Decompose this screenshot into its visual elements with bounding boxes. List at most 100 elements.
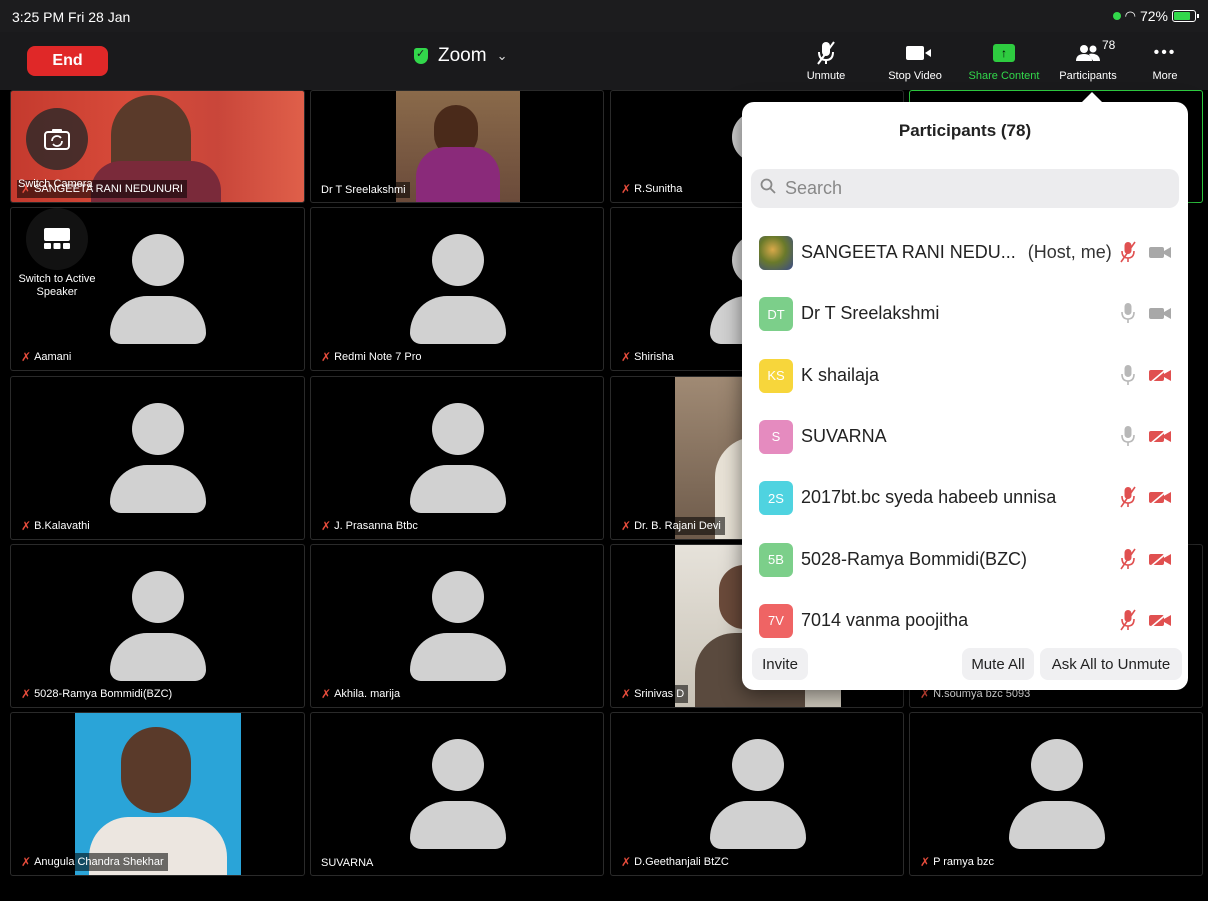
muted-mic-icon: ✗ [621, 182, 632, 196]
participant-name: 7014 vanma poojitha [801, 609, 969, 630]
participant-name-tag: ✗ Shirisha [617, 348, 678, 366]
muted-mic-icon: ✗ [21, 350, 32, 364]
participant-name-tag: SUVARNA [317, 855, 378, 871]
participants-icon [1076, 45, 1100, 61]
mute-all-button[interactable]: Mute All [962, 648, 1034, 680]
video-off-icon [1149, 611, 1171, 629]
video-tile[interactable]: ✗ Akhila. marija [310, 544, 604, 708]
mic-indicator-icon [1112, 12, 1121, 20]
meeting-title-dropdown[interactable]: Zoom ⌄ [414, 45, 507, 67]
participant-video [75, 713, 241, 875]
more-dots-icon: ••• [1153, 44, 1177, 61]
share-arrow-icon: ↑ [993, 44, 1015, 62]
muted-mic-icon: ✗ [321, 350, 332, 364]
muted-mic-icon [1120, 548, 1136, 569]
avatar-photo [759, 236, 793, 270]
participant-name-tag: ✗ Srinivas D [617, 685, 689, 703]
avatar: 7V [759, 603, 793, 638]
participant-name: Dr T Sreelakshmi [801, 303, 940, 324]
video-off-icon [1149, 365, 1171, 384]
muted-mic-icon: ✗ [21, 519, 32, 533]
status-bar: 3:25 PM Fri 28 Jan ◠ 72% [0, 0, 1208, 32]
participant-row[interactable]: 2S 2017bt.bc syeda habeeb unnisa [742, 469, 1188, 525]
participants-count: 78 [1102, 38, 1116, 52]
video-tile[interactable]: ✗ P ramya bzc [909, 712, 1203, 876]
invite-button[interactable]: Invite [752, 648, 808, 680]
share-content-button[interactable]: ↑ Share Content [960, 38, 1048, 86]
participant-row[interactable]: SANGEETA RANI NEDU... (Host, me) [742, 224, 1188, 280]
participant-name: SUVARNA [801, 425, 887, 446]
switch-camera-label: Switch Camera [18, 178, 93, 190]
more-button[interactable]: ••• More [1138, 38, 1192, 86]
switch-active-speaker-button[interactable] [26, 208, 88, 270]
wifi-icon: ◠ [1124, 8, 1136, 23]
video-tile[interactable]: ✗ Redmi Note 7 Pro [310, 207, 604, 371]
participant-name-tag: ✗ P ramya bzc [916, 853, 998, 871]
video-tile[interactable]: ✗ 5028-Ramya Bommidi(BZC) [10, 544, 305, 708]
mic-icon [1121, 303, 1135, 324]
muted-mic-icon: ✗ [621, 350, 632, 364]
participant-name-tag: ✗ B.Kalavathi [17, 517, 94, 535]
muted-mic-icon [817, 41, 835, 65]
muted-mic-icon: ✗ [920, 855, 931, 869]
ask-all-to-unmute-button[interactable]: Ask All to Unmute [1040, 648, 1182, 680]
muted-mic-icon [1120, 609, 1136, 631]
participant-name-tag: ✗ Redmi Note 7 Pro [317, 348, 426, 366]
video-tile[interactable]: ✗ B.Kalavathi [10, 376, 305, 540]
muted-mic-icon [1120, 486, 1136, 508]
participant-name-tag: ✗ Akhila. marija [317, 685, 405, 703]
meeting-title: Zoom [438, 45, 487, 66]
participant-name-tag: ✗ Anugula Chandra Shekhar [17, 853, 168, 871]
participants-panel: Participants (78) SANGEETA RANI NEDU...(… [742, 92, 1188, 690]
participant-name: 2017bt.bc syeda habeeb unnisa [801, 487, 1057, 508]
avatar-placeholder-icon [432, 739, 484, 791]
muted-mic-icon: ✗ [21, 855, 32, 869]
video-tile[interactable]: ✗ Anugula Chandra Shekhar [10, 712, 305, 876]
speaker-view-icon [44, 228, 70, 249]
search-input[interactable] [751, 169, 1179, 208]
video-tile[interactable]: SUVARNA [310, 712, 604, 876]
participant-name-tag: ✗ R.Sunitha [617, 180, 687, 198]
avatar-placeholder-icon [132, 571, 184, 623]
avatar: S [759, 419, 793, 454]
participant-name-tag: ✗ D.Geethanjali BtZC [617, 853, 733, 871]
video-tile[interactable]: ✗ J. Prasanna Btbc [310, 376, 604, 540]
participant-row[interactable]: KS K shailaja [742, 347, 1188, 403]
panel-title: Participants (78) [898, 121, 1032, 140]
mic-icon [1121, 425, 1135, 446]
video-camera-icon [1149, 247, 1171, 258]
search-icon [760, 178, 776, 194]
participants-button[interactable]: 78 Participants [1050, 38, 1126, 86]
unmute-button[interactable]: Unmute [800, 38, 852, 86]
participant-name: SANGEETA RANI NEDU... (Host, me) [801, 242, 1112, 262]
participant-name-tag: ✗ 5028-Ramya Bommidi(BZC) [17, 685, 177, 703]
end-meeting-button[interactable]: End [27, 46, 108, 76]
participant-row[interactable]: 7V 7014 vanma poojitha [742, 592, 1188, 648]
participant-row[interactable]: 5B 5028-Ramya Bommidi(BZC) [742, 531, 1188, 587]
avatar-placeholder-icon [732, 739, 784, 791]
video-camera-icon [1149, 308, 1171, 320]
participant-name-tag: ✗ Dr. B. Rajani Devi [617, 517, 725, 535]
switch-camera-icon [44, 129, 70, 150]
video-tile[interactable]: ✗ D.Geethanjali BtZC [610, 712, 904, 876]
muted-mic-icon: ✗ [621, 855, 632, 869]
avatar-placeholder-icon [132, 403, 184, 455]
switch-camera-button[interactable] [26, 108, 88, 170]
status-time: 3:25 PM Fri 28 Jan [12, 9, 131, 25]
participant-name-tag: Dr T Sreelakshmi [317, 182, 410, 198]
avatar: DT [759, 297, 793, 332]
video-tile[interactable]: Dr T Sreelakshmi [310, 90, 604, 203]
participant-row[interactable]: S SUVARNA [742, 408, 1188, 464]
participant-row[interactable]: DT Dr T Sreelakshmi [742, 285, 1188, 341]
participant-name: K shailaja [801, 364, 880, 385]
participant-name-tag: ✗ J. Prasanna Btbc [317, 517, 422, 535]
stop-video-button[interactable]: Stop Video [878, 38, 952, 86]
chevron-down-icon: ⌄ [496, 48, 508, 63]
muted-mic-icon: ✗ [621, 687, 632, 701]
switch-speaker-label: Switch to Active Speaker [18, 273, 96, 298]
meeting-toolbar: End Zoom ⌄ Unmute Stop Video ↑ Share Con… [0, 32, 1208, 90]
avatar: 2S [759, 481, 793, 516]
mic-icon [1121, 364, 1135, 385]
muted-mic-icon: ✗ [321, 687, 332, 701]
avatar: 5B [759, 542, 793, 577]
